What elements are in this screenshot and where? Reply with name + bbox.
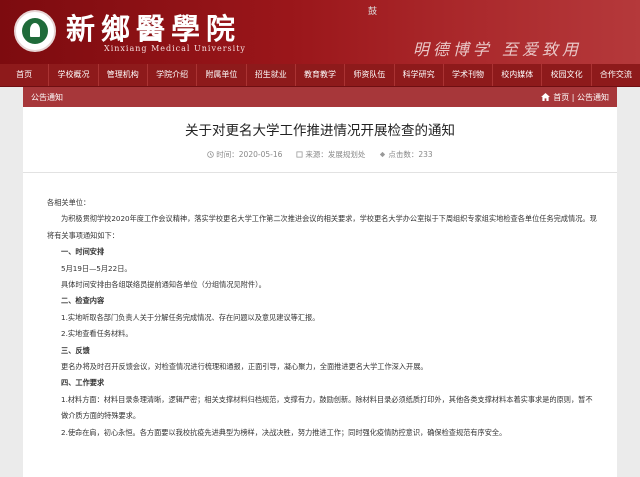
home-icon — [541, 93, 551, 101]
nav-item-colleges[interactable]: 学院介绍 — [148, 64, 198, 86]
breadcrumb-text[interactable]: 首页 | 公告通知 — [553, 92, 609, 103]
article-views: 点击数：233 — [388, 150, 433, 159]
heading-requirements: 四、工作要求 — [61, 378, 105, 388]
nav-item-overview[interactable]: 学校概况 — [49, 64, 99, 86]
nav-item-culture[interactable]: 校园文化 — [542, 64, 592, 86]
nav-item-admission[interactable]: 招生就业 — [247, 64, 296, 86]
heading-content: 二、检查内容 — [61, 296, 105, 306]
article-body: 各相关单位： 为积极贯彻学校2020年度工作会议精神，落实学校更名大学工作第二次… — [23, 173, 617, 441]
site-header: 新鄉醫學院 Xinxiang Medical University 鼓 明德博学… — [0, 0, 640, 64]
clock-icon — [207, 151, 215, 158]
paragraph-content-1: 1.实地听取各部门负责人关于分解任务完成情况、存在问题以及意见建议等汇报。 — [61, 312, 320, 322]
paragraph-intro: 为积极贯彻学校2020年度工作会议精神，落实学校更名大学工作第二次推进会议的相关… — [47, 214, 597, 240]
meta-date: 时间：2020-05-16 — [207, 149, 282, 160]
breadcrumb[interactable]: 首页 | 公告通知 — [541, 92, 609, 103]
main-nav: 首页 学校概况 管理机构 学院介绍 附属单位 招生就业 教育教学 师资队伍 科学… — [0, 64, 640, 87]
paragraph-requirements-1: 1.材料方面：材料目录条理清晰，逻辑严密；相关支撑材料归档规范，支撑有力，鼓励创… — [61, 394, 593, 421]
paragraph-content-2: 2.实地查看任务材料。 — [61, 329, 133, 339]
nav-item-research[interactable]: 科学研究 — [395, 64, 444, 86]
salutation: 各相关单位： — [47, 198, 91, 207]
heading-schedule: 一、时间安排 — [61, 247, 105, 257]
nav-item-cooperation[interactable]: 合作交流 — [592, 64, 640, 86]
heading-feedback: 三、反馈 — [61, 345, 90, 355]
university-name-en: Xinxiang Medical University — [104, 44, 246, 53]
article-panel: 关于对更名大学工作推进情况开展检查的通知 时间：2020-05-16 来源：发展… — [23, 107, 617, 477]
nav-item-faculty[interactable]: 师资队伍 — [345, 64, 395, 86]
nav-item-journals[interactable]: 学术刊物 — [444, 64, 494, 86]
nav-item-admin[interactable]: 管理机构 — [99, 64, 148, 86]
article-source: 来源：发展规划处 — [305, 150, 366, 159]
article-date: 时间：2020-05-16 — [216, 150, 283, 159]
paragraph-feedback: 更名办将及时召开反馈会议，对检查情况进行梳理和通报，正面引导，凝心聚力，全面推进… — [61, 362, 428, 372]
section-bar: 公告通知 首页 | 公告通知 — [23, 87, 617, 107]
paragraph-dates: 5月19日—5月22日。 — [61, 263, 132, 273]
paragraph-schedule-detail: 具体时间安排由各组联络员提前通知各单位（分组情况见附件）。 — [61, 280, 266, 290]
nav-item-affiliates[interactable]: 附属单位 — [197, 64, 247, 86]
meta-views: 点击数：233 — [379, 149, 433, 160]
views-icon — [380, 151, 386, 158]
header-mark: 鼓 — [368, 7, 378, 17]
meta-source: 来源：发展规划处 — [296, 149, 365, 160]
article-title: 关于对更名大学工作推进情况开展检查的通知 — [185, 123, 455, 139]
nav-item-education[interactable]: 教育教学 — [296, 64, 346, 86]
university-logo[interactable] — [14, 10, 56, 52]
university-name-cn: 新鄉醫學院 — [66, 12, 242, 46]
paragraph-requirements-2: 2.使命在肩，初心永恒。各方面要以我校抗疫先进典型为榜样，决战决胜，努力推进工作… — [61, 427, 507, 437]
article-meta: 时间：2020-05-16 来源：发展规划处 点击数：233 — [23, 149, 617, 160]
nav-item-media[interactable]: 校内媒体 — [493, 64, 543, 86]
source-icon — [296, 151, 303, 158]
nav-item-home[interactable]: 首页 — [0, 64, 50, 86]
university-motto: 明德博学 至爱致用 — [412, 40, 582, 59]
section-title: 公告通知 — [31, 92, 63, 102]
